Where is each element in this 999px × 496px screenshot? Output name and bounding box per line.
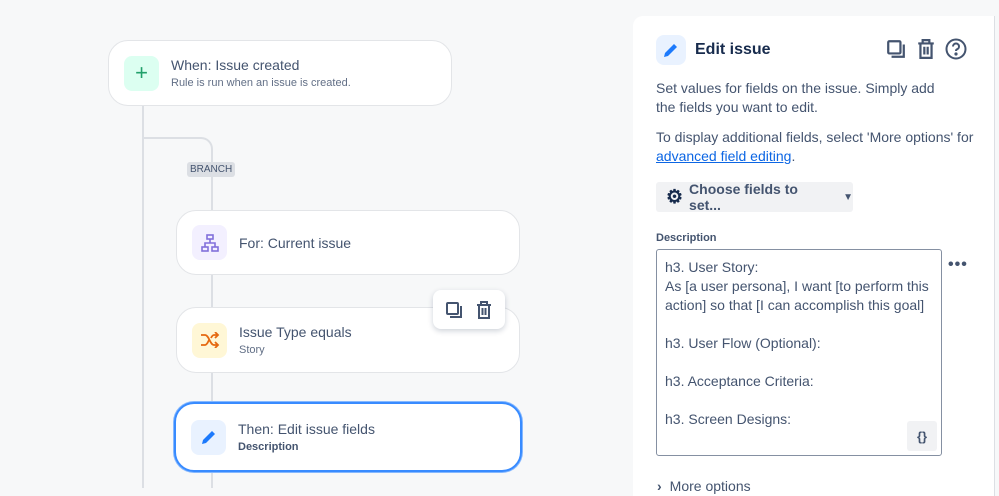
edit-issue-panel: Edit issue Set values for fields on the … [633, 16, 995, 496]
description-label: Description [656, 232, 717, 244]
choose-fields-label: Choose fields to set... [689, 181, 798, 213]
description-textarea[interactable]: h3. User Story: As [a user persona], I w… [656, 249, 942, 456]
action-card[interactable]: Then: Edit issue fields Description [174, 402, 522, 472]
trash-icon[interactable] [472, 298, 496, 322]
gear-icon: ⚙ [666, 186, 684, 208]
branch-card[interactable]: For: Current issue [176, 210, 520, 275]
link-suffix: . [791, 148, 796, 164]
more-options-toggle[interactable]: › More options [657, 478, 751, 494]
chevron-right-icon: › [657, 478, 662, 494]
condition-subtitle: Story [239, 344, 265, 356]
branch-label: BRANCH [187, 162, 236, 177]
more-options-label: More options [669, 478, 751, 494]
branch-card-title: For: Current issue [239, 234, 352, 251]
trash-icon[interactable] [914, 37, 938, 61]
condition-title: Issue Type equals [239, 324, 352, 340]
more-text: To display additional fields, select 'Mo… [656, 129, 974, 145]
panel-intro: Set values for fields on the issue. Simp… [656, 80, 935, 115]
action-title: Then: Edit issue fields [238, 421, 375, 437]
advanced-field-editing-link[interactable]: advanced field editing [656, 148, 791, 164]
help-icon[interactable] [944, 37, 968, 61]
trigger-subtitle: Rule is run when an issue is created. [171, 77, 351, 89]
card-toolbar [433, 290, 505, 329]
hierarchy-icon [192, 225, 227, 260]
duplicate-icon[interactable] [442, 298, 466, 322]
panel-title: Edit issue [695, 41, 771, 58]
choose-fields-button[interactable]: ⚙ Choose fields to set... ▼ [656, 181, 853, 213]
pencil-icon [191, 419, 226, 455]
action-subtitle: Description [238, 441, 299, 453]
trigger-card[interactable]: + When: Issue created Rule is run when a… [108, 40, 452, 106]
smart-values-button[interactable]: {} [907, 421, 937, 451]
shuffle-icon [192, 322, 227, 358]
panel-more-text: To display additional fields, select 'Mo… [656, 128, 976, 166]
pencil-icon [656, 35, 686, 65]
chevron-down-icon: ▼ [843, 191, 853, 203]
more-actions-icon[interactable]: ••• [948, 256, 968, 274]
duplicate-icon[interactable] [884, 37, 908, 61]
plus-icon: + [124, 55, 159, 91]
trigger-title: When: Issue created [171, 57, 300, 73]
